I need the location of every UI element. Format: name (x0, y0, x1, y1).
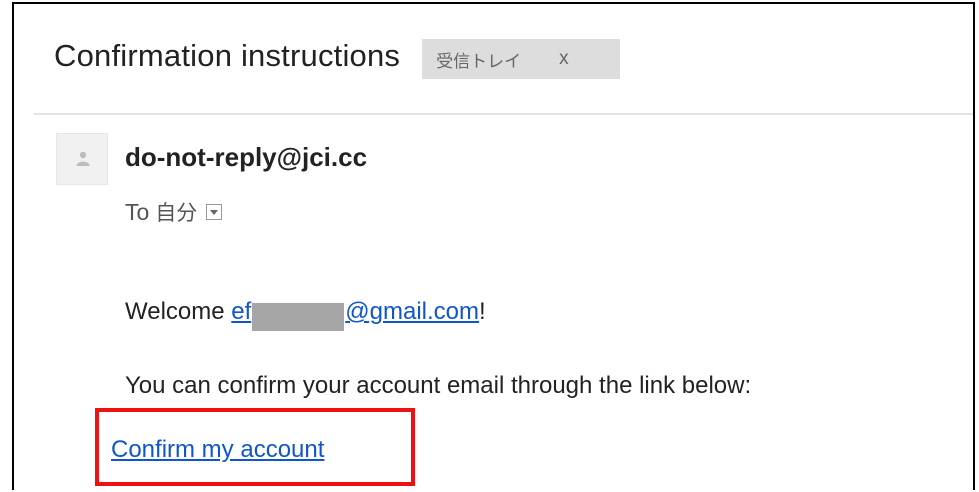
inbox-label-chip[interactable]: 受信トレイ x (422, 39, 621, 79)
person-icon (76, 151, 90, 166)
recipient-details-dropdown[interactable] (206, 204, 223, 220)
welcome-prefix: Welcome (125, 298, 232, 325)
email-link-end: @gmail.com (345, 298, 480, 325)
confirm-account-link[interactable]: Confirm my account (111, 436, 324, 464)
remove-label-button[interactable]: x (559, 48, 569, 70)
inbox-label-text: 受信トレイ (436, 51, 522, 72)
to-label: To (125, 198, 150, 225)
welcome-suffix: ! (479, 298, 486, 325)
email-subject: Confirmation instructions (54, 38, 401, 73)
recipient-row: To 自分 (125, 197, 223, 227)
sender-address[interactable]: do-not-reply@jci.cc (125, 142, 367, 173)
sender-avatar[interactable] (56, 133, 108, 185)
recipient-name: 自分 (155, 201, 198, 225)
chevron-down-icon (210, 210, 219, 215)
recipient-email-link[interactable]: ef @gmail.com (231, 298, 480, 331)
subject-row: Confirmation instructions 受信トレイ x (54, 32, 621, 80)
email-link-start: ef (231, 298, 252, 325)
redacted-block (252, 302, 345, 331)
welcome-line: Welcome ef @gmail.com ! (125, 298, 486, 331)
header-divider (34, 113, 973, 115)
instruction-text: You can confirm your account email throu… (125, 372, 752, 399)
